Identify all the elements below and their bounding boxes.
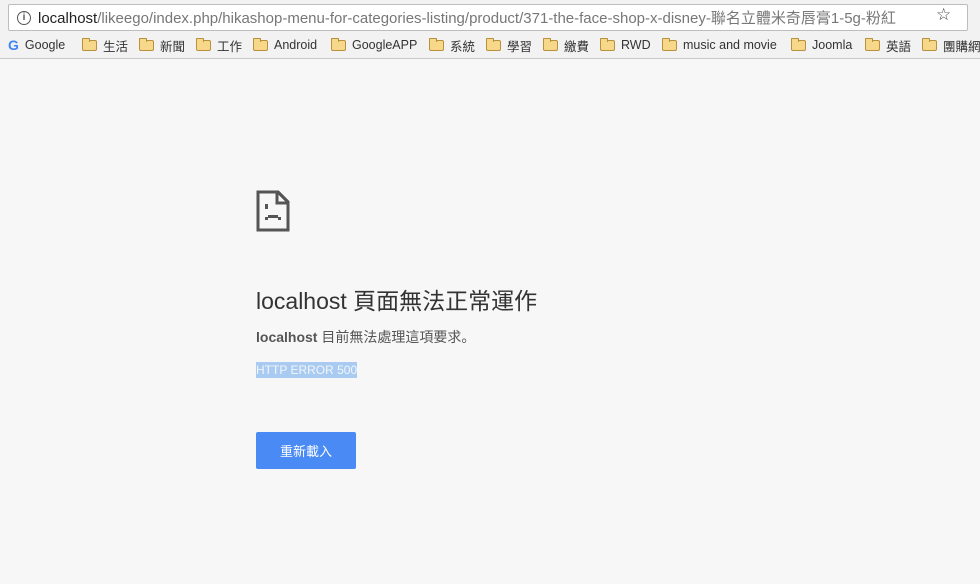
info-icon[interactable]: i [17, 10, 31, 25]
google-icon: G [8, 37, 19, 53]
folder-icon [82, 37, 97, 51]
folder-icon [331, 37, 346, 51]
url-text[interactable]: localhost/likeego/index.php/hikashop-men… [38, 7, 896, 28]
folder-icon [865, 37, 880, 51]
bookmark-google[interactable]: G Google [8, 35, 65, 55]
browser-toolbar: i localhost/likeego/index.php/hikashop-m… [0, 0, 980, 59]
error-title: localhost 頁面無法正常運作 [256, 288, 538, 314]
error-content: localhost 頁面無法正常運作 localhost 目前無法處理這項要求。… [256, 190, 537, 469]
folder-icon [791, 37, 806, 51]
reload-button[interactable]: 重新載入 [256, 432, 356, 469]
bookmark-folder[interactable]: 新聞 [139, 35, 185, 55]
bookmark-folder[interactable]: 生活 [82, 35, 128, 55]
bookmark-folder[interactable]: music and movie [662, 35, 777, 55]
folder-icon [922, 37, 937, 51]
bookmark-folder[interactable]: 學習 [486, 35, 532, 55]
bookmark-folder[interactable]: 繳費 [543, 35, 589, 55]
bookmark-folder[interactable]: Android [253, 35, 317, 55]
folder-icon [486, 37, 501, 51]
bookmark-folder[interactable]: 團購網 [922, 35, 980, 55]
folder-icon [662, 37, 677, 51]
error-code: HTTP ERROR 500 [256, 362, 358, 378]
bookmark-folder[interactable]: GoogleAPP [331, 35, 417, 55]
folder-icon [139, 37, 154, 51]
folder-icon [543, 37, 558, 51]
error-message: localhost 目前無法處理這項要求。 [256, 329, 476, 345]
folder-icon [429, 37, 444, 51]
bookmark-folder[interactable]: 工作 [196, 35, 242, 55]
bookmark-folder[interactable]: 英語 [865, 35, 911, 55]
bookmarks-bar: G Google 生活 新聞 工作 Android GoogleAPP 系統 學習… [0, 35, 980, 55]
folder-icon [196, 37, 211, 51]
bookmark-folder[interactable]: RWD [600, 35, 651, 55]
address-bar[interactable]: i localhost/likeego/index.php/hikashop-m… [8, 4, 968, 31]
folder-icon [253, 37, 268, 51]
bookmark-folder[interactable]: Joomla [791, 35, 852, 55]
sad-page-icon [256, 190, 290, 232]
folder-icon [600, 37, 615, 51]
bookmark-star-icon[interactable]: ☆ [936, 5, 951, 25]
bookmark-folder[interactable]: 系統 [429, 35, 475, 55]
